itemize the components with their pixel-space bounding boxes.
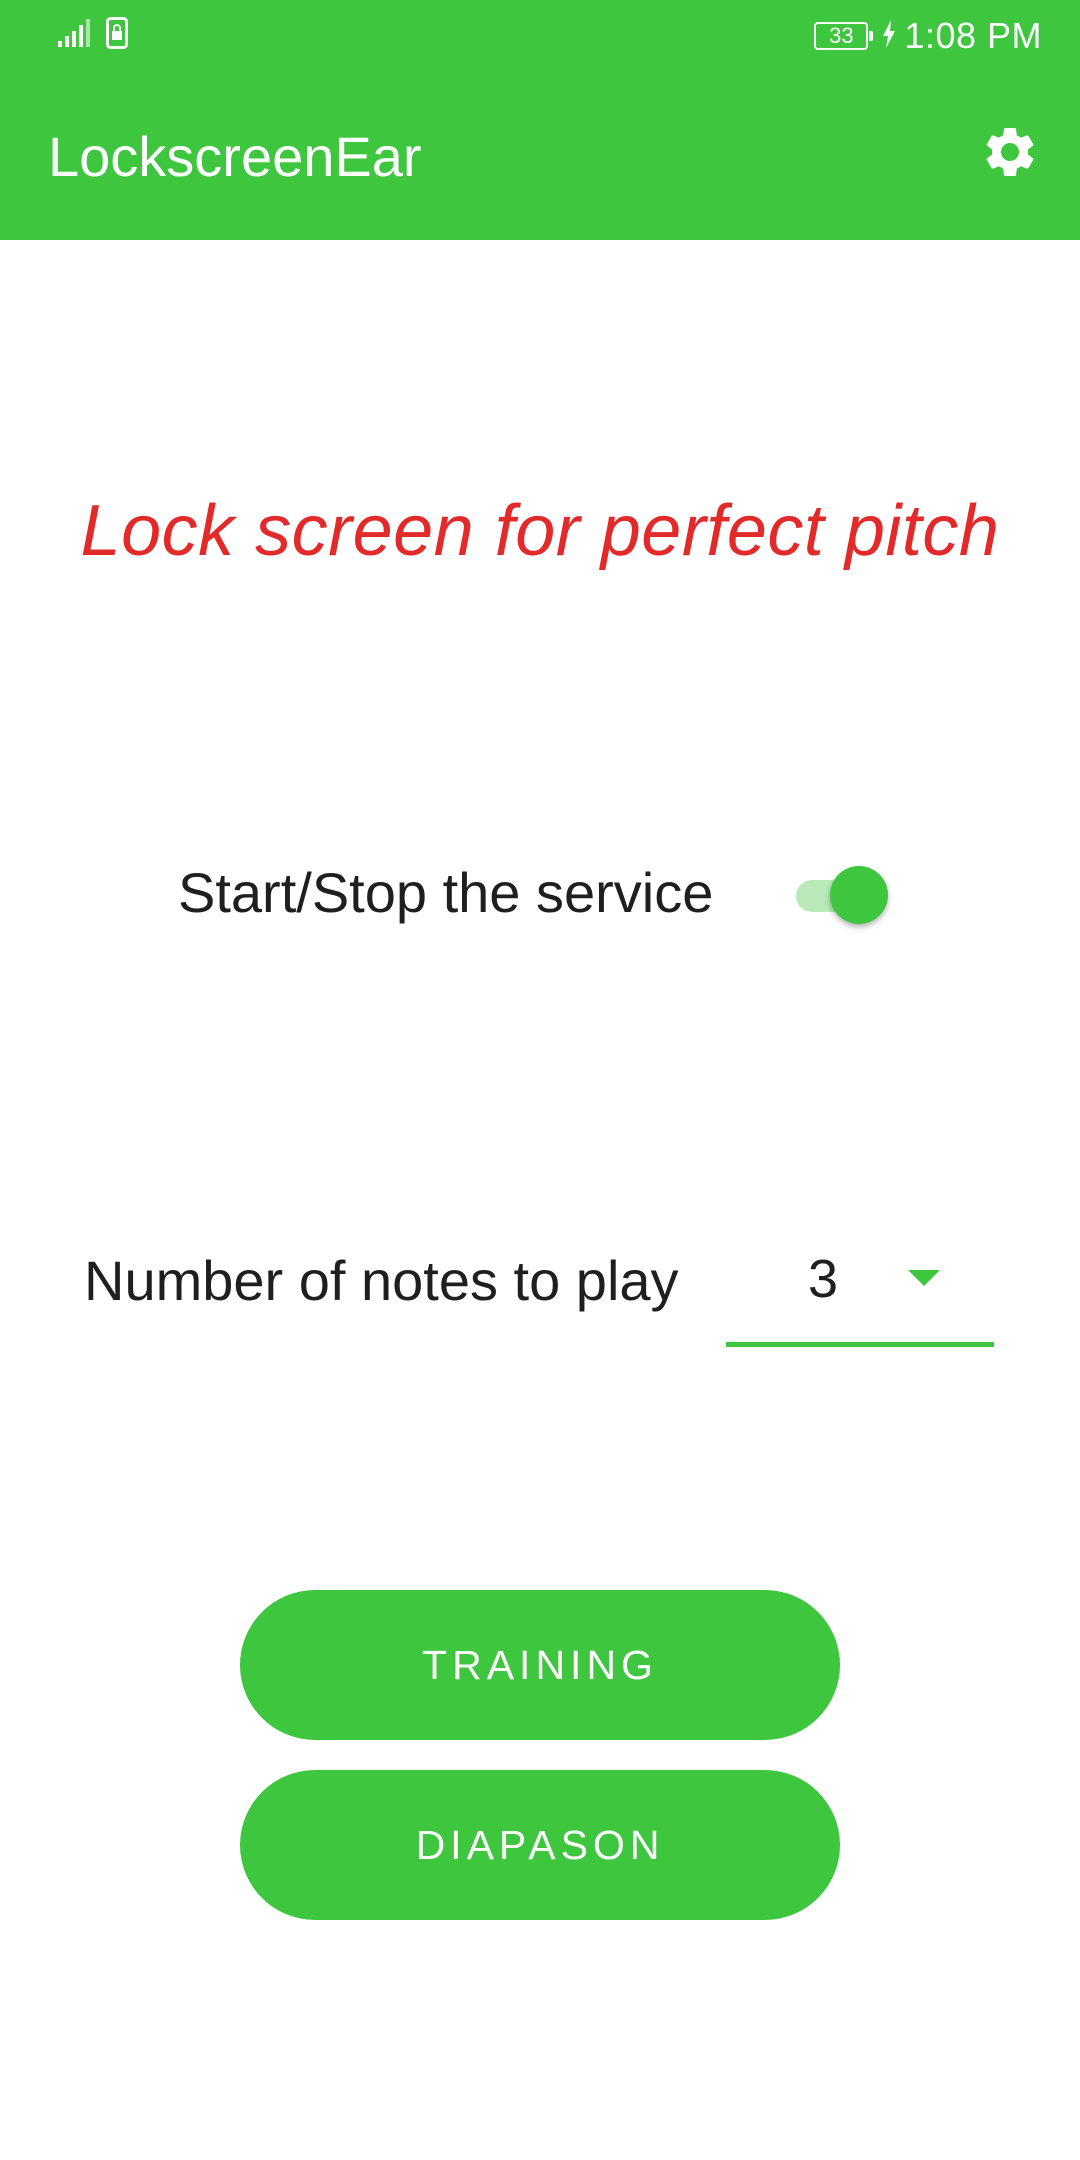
app-bar: LockscreenEar	[0, 72, 1080, 240]
app-title: LockscreenEar	[48, 125, 422, 188]
dropdown-underline	[726, 1342, 994, 1347]
notes-selector-row: Number of notes to play 3	[0, 1240, 1080, 1350]
tagline: Lock screen for perfect pitch	[80, 491, 1000, 571]
settings-button[interactable]	[978, 122, 1042, 186]
training-button[interactable]: TRAINING	[240, 1590, 840, 1740]
service-toggle-row: Start/Stop the service	[0, 858, 1080, 928]
gear-icon	[980, 122, 1040, 187]
notes-count-dropdown[interactable]: 3	[726, 1240, 994, 1348]
dropdown-arrow-icon	[908, 1270, 940, 1286]
sim-lock-icon	[106, 17, 128, 54]
signal-icon	[58, 19, 92, 54]
service-toggle-label: Start/Stop the service	[178, 861, 714, 924]
status-right-icons: 33 1:08 PM	[814, 14, 1042, 58]
status-left-icons	[58, 17, 128, 54]
status-bar: 33 1:08 PM	[0, 0, 1080, 72]
diapason-button[interactable]: DIAPASON	[240, 1770, 840, 1920]
notes-count-value: 3	[808, 1249, 839, 1309]
notes-count-label: Number of notes to play	[84, 1249, 679, 1312]
status-time: 1:08 PM	[904, 15, 1042, 56]
switch-thumb	[830, 866, 888, 924]
app-screen: 33 1:08 PM LockscreenEar Lock screen for…	[0, 0, 1080, 2160]
battery-level: 33	[829, 23, 854, 48]
battery-icon: 33	[814, 22, 874, 50]
service-toggle-switch[interactable]	[794, 866, 890, 924]
top-bar: 33 1:08 PM LockscreenEar	[0, 0, 1080, 240]
charging-icon	[882, 19, 896, 53]
